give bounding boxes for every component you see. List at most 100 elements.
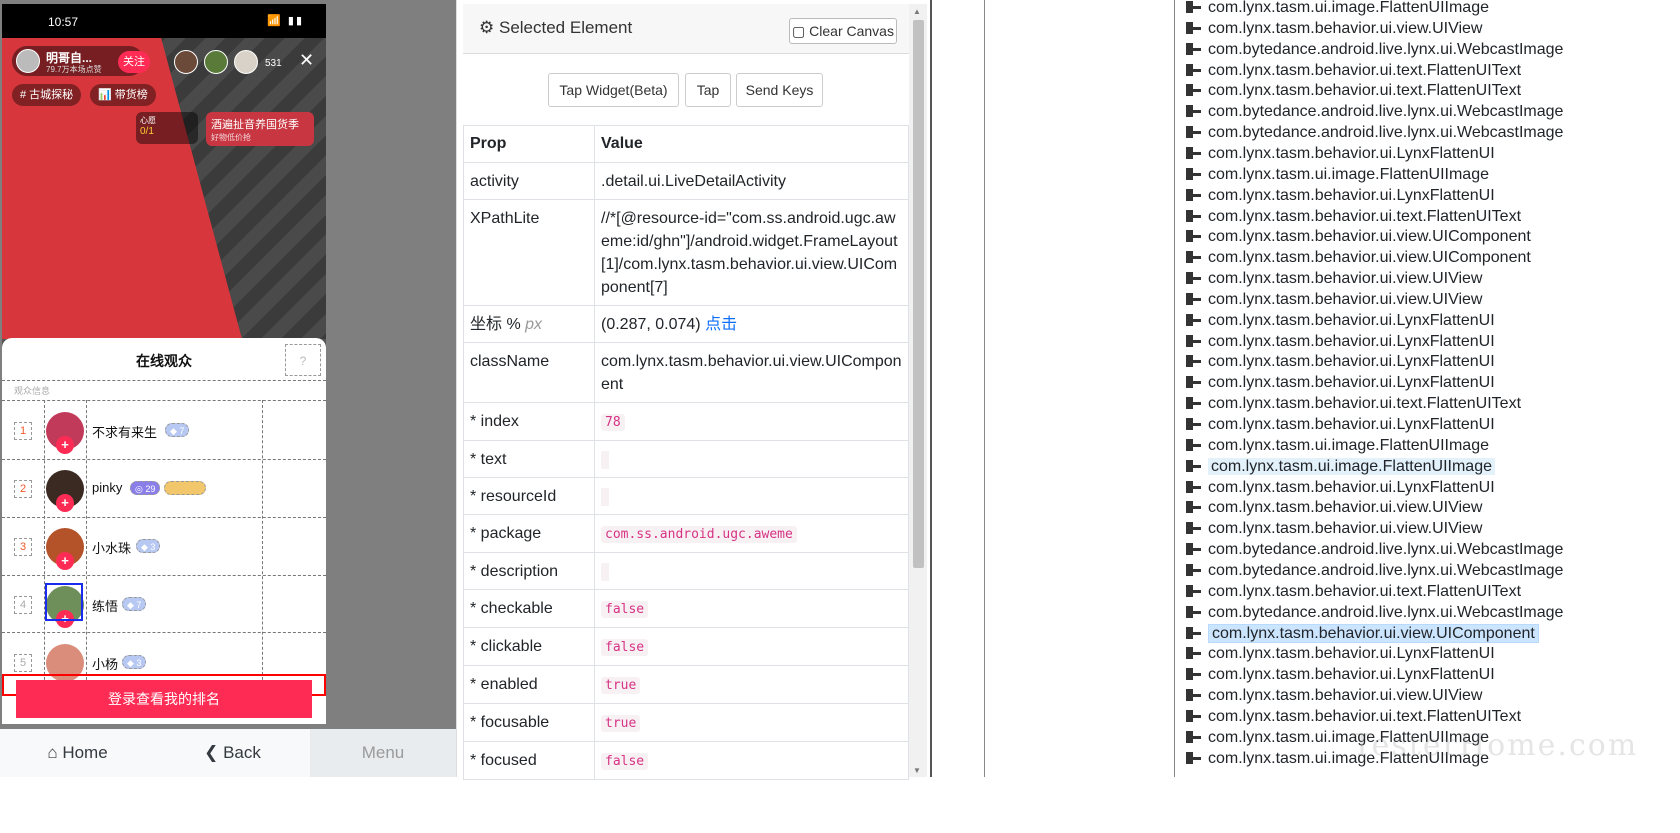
tree-node[interactable]: com.lynx.tasm.behavior.ui.text.FlattenUI… [1186,81,1521,101]
tree-node[interactable]: com.lynx.tasm.behavior.ui.view.UIView [1186,498,1482,518]
tree-node[interactable]: com.lynx.tasm.behavior.ui.view.UIView [1186,269,1482,289]
prop-value[interactable]: com.lynx.tasm.behavior.ui.view.UICompone… [594,342,909,403]
tree-node[interactable]: com.lynx.tasm.behavior.ui.view.UICompone… [1186,248,1531,268]
tree-node[interactable]: com.lynx.tasm.behavior.ui.text.FlattenUI… [1186,707,1521,727]
host-info[interactable]: 明哥自... 79.7万本场点赞 关注 [12,46,150,76]
tree-node[interactable]: com.lynx.tasm.behavior.ui.view.UICompone… [1186,227,1531,247]
avatar[interactable] [174,50,198,74]
hierarchy-tree-panel: com.lynx.tasm.ui.image.FlattenUIImage com… [930,0,1680,777]
list-item[interactable]: 3 + 小水珠 ◆ 3 [2,518,326,576]
tap-widget-button[interactable]: Tap Widget(Beta) [548,73,679,107]
tree-node[interactable]: com.lynx.tasm.behavior.ui.view.UIView [1186,19,1482,39]
tree-node[interactable]: com.lynx.tasm.ui.image.FlattenUIImage [1186,457,1495,477]
tree-node[interactable]: com.lynx.tasm.behavior.ui.LynxFlattenUI [1186,352,1495,372]
tree-node[interactable]: com.lynx.tasm.behavior.ui.LynxFlattenUI [1186,415,1495,435]
tree-node[interactable]: com.lynx.tasm.behavior.ui.LynxFlattenUI [1186,144,1495,164]
help-icon[interactable]: ? [285,344,321,376]
fan-badge [164,481,206,495]
prop-label: activity [463,162,595,200]
viewer-count[interactable]: 531 [265,58,282,69]
table-row: * index 78 [463,402,909,441]
tree-node[interactable]: com.lynx.tasm.behavior.ui.text.FlattenUI… [1186,394,1521,414]
prop-value[interactable]: com.ss.android.ugc.aweme [594,514,909,553]
clear-canvas-button[interactable]: ▢ Clear Canvas [789,18,897,44]
list-item[interactable]: 2 + pinky ◎ 29 [2,460,326,518]
prop-value[interactable]: false [594,589,909,628]
prop-value[interactable]: 78 [594,402,909,441]
login-rank-button[interactable]: 登录查看我的排名 [16,680,312,718]
list-item[interactable]: 1 + 不求有来生 ◆ 7 [2,402,326,460]
back-button[interactable]: ❮ Back [155,729,310,777]
tree-node[interactable]: com.bytedance.android.live.lynx.ui.Webca… [1186,40,1563,60]
prop-value-code: true [601,715,641,732]
tree-node[interactable]: com.lynx.tasm.behavior.ui.view.UIView [1186,519,1482,539]
close-icon[interactable]: ✕ [299,50,314,71]
prop-value[interactable] [594,477,909,515]
prop-value[interactable]: true [594,665,909,704]
prop-value[interactable]: false [594,627,909,666]
coord-click-link[interactable]: 点击 [705,316,737,333]
follow-button[interactable]: 关注 [118,51,150,73]
gear-icon: ⚙ [479,18,495,37]
tree-node[interactable]: com.lynx.tasm.behavior.ui.LynxFlattenUI [1186,332,1495,352]
wish-widget[interactable]: 心愿 0/1 [136,112,198,144]
tree-node-label: com.lynx.tasm.behavior.ui.LynxFlattenUI [1208,666,1495,684]
tap-button[interactable]: Tap [685,73,731,107]
prop-value[interactable]: .detail.ui.LiveDetailActivity [594,162,909,200]
prop-value[interactable] [594,440,909,478]
tree-node[interactable]: com.bytedance.android.live.lynx.ui.Webca… [1186,603,1563,623]
node-icon [1186,21,1202,34]
tree-node[interactable]: com.lynx.tasm.ui.image.FlattenUIImage [1186,0,1489,18]
tree-node[interactable]: com.lynx.tasm.behavior.ui.LynxFlattenUI [1186,644,1495,664]
device-screen[interactable]: 10:57 📶 ▮▮ 明哥自... 79.7万本场点赞 关注 531 ✕ # 古… [2,4,326,724]
prop-value[interactable] [594,552,909,590]
table-row: * description [463,552,909,590]
prop-value[interactable]: true [594,703,909,742]
tree-node[interactable]: com.bytedance.android.live.lynx.ui.Webca… [1186,540,1563,560]
avatar[interactable] [234,50,258,74]
tree-node[interactable]: com.lynx.tasm.behavior.ui.view.UICompone… [1186,623,1539,644]
avatar[interactable] [204,50,228,74]
prop-value-code [601,450,609,469]
promo-banner[interactable]: 酒遍扯音养国货季 好物低价抢 [206,112,314,146]
tree-node[interactable]: com.bytedance.android.live.lynx.ui.Webca… [1186,561,1563,581]
tree-node-label: com.lynx.tasm.behavior.ui.LynxFlattenUI [1208,478,1495,496]
tree-node[interactable]: com.lynx.tasm.behavior.ui.LynxFlattenUI [1186,311,1495,331]
tree-node[interactable]: com.lynx.tasm.ui.image.FlattenUIImage [1186,436,1489,456]
node-icon [1186,438,1202,451]
tree-node[interactable]: com.lynx.tasm.behavior.ui.LynxFlattenUI [1186,478,1495,498]
tree-node[interactable]: com.lynx.tasm.behavior.ui.view.UIView [1186,686,1482,706]
viewer-name: 小杨 [92,657,119,672]
prop-value[interactable]: false [594,741,909,780]
follow-plus-icon[interactable]: + [56,436,74,454]
follow-plus-icon[interactable]: + [56,552,74,570]
prop-value[interactable]: //*[@resource-id="com.ss.android.ugc.awe… [594,199,909,306]
tree-node[interactable]: com.lynx.tasm.behavior.ui.LynxFlattenUI [1186,373,1495,393]
tree-node[interactable]: com.lynx.tasm.behavior.ui.LynxFlattenUI [1186,665,1495,685]
tree-node[interactable]: com.lynx.tasm.behavior.ui.text.FlattenUI… [1186,61,1521,81]
coord-unit[interactable]: px [525,316,542,333]
tree-node[interactable]: com.bytedance.android.live.lynx.ui.Webca… [1186,123,1563,143]
prop-label: className [463,342,595,403]
scrollbar[interactable]: ▲ ▼ [909,4,927,777]
menu-button[interactable]: Menu [310,729,456,777]
tag-ancient-city[interactable]: # 古城探秘 [12,84,82,106]
tag-sales-rank[interactable]: 📊 带货榜 [90,84,156,106]
node-icon [1186,397,1202,410]
level-badge: ◆ 7 [122,597,147,611]
tree-node-label: com.lynx.tasm.behavior.ui.text.FlattenUI… [1208,82,1522,100]
tree-node[interactable]: com.lynx.tasm.behavior.ui.text.FlattenUI… [1186,582,1521,602]
scroll-up-icon[interactable]: ▲ [913,7,921,16]
tree-node[interactable]: com.bytedance.android.live.lynx.ui.Webca… [1186,102,1563,122]
scrollbar-thumb[interactable] [913,20,924,568]
tree-node[interactable]: com.lynx.tasm.ui.image.FlattenUIImage [1186,165,1489,185]
tree-node[interactable]: com.lynx.tasm.behavior.ui.view.UIView [1186,290,1482,310]
col-prop: Prop [463,125,595,163]
follow-plus-icon[interactable]: + [56,494,74,512]
home-button[interactable]: ⌂ Home [0,729,155,777]
scroll-down-icon[interactable]: ▼ [913,766,921,775]
send-keys-button[interactable]: Send Keys [736,73,823,107]
tree-node[interactable]: com.lynx.tasm.behavior.ui.text.FlattenUI… [1186,207,1521,227]
tree-node-label: com.lynx.tasm.behavior.ui.text.FlattenUI… [1208,707,1522,725]
tree-node[interactable]: com.lynx.tasm.behavior.ui.LynxFlattenUI [1186,186,1495,206]
